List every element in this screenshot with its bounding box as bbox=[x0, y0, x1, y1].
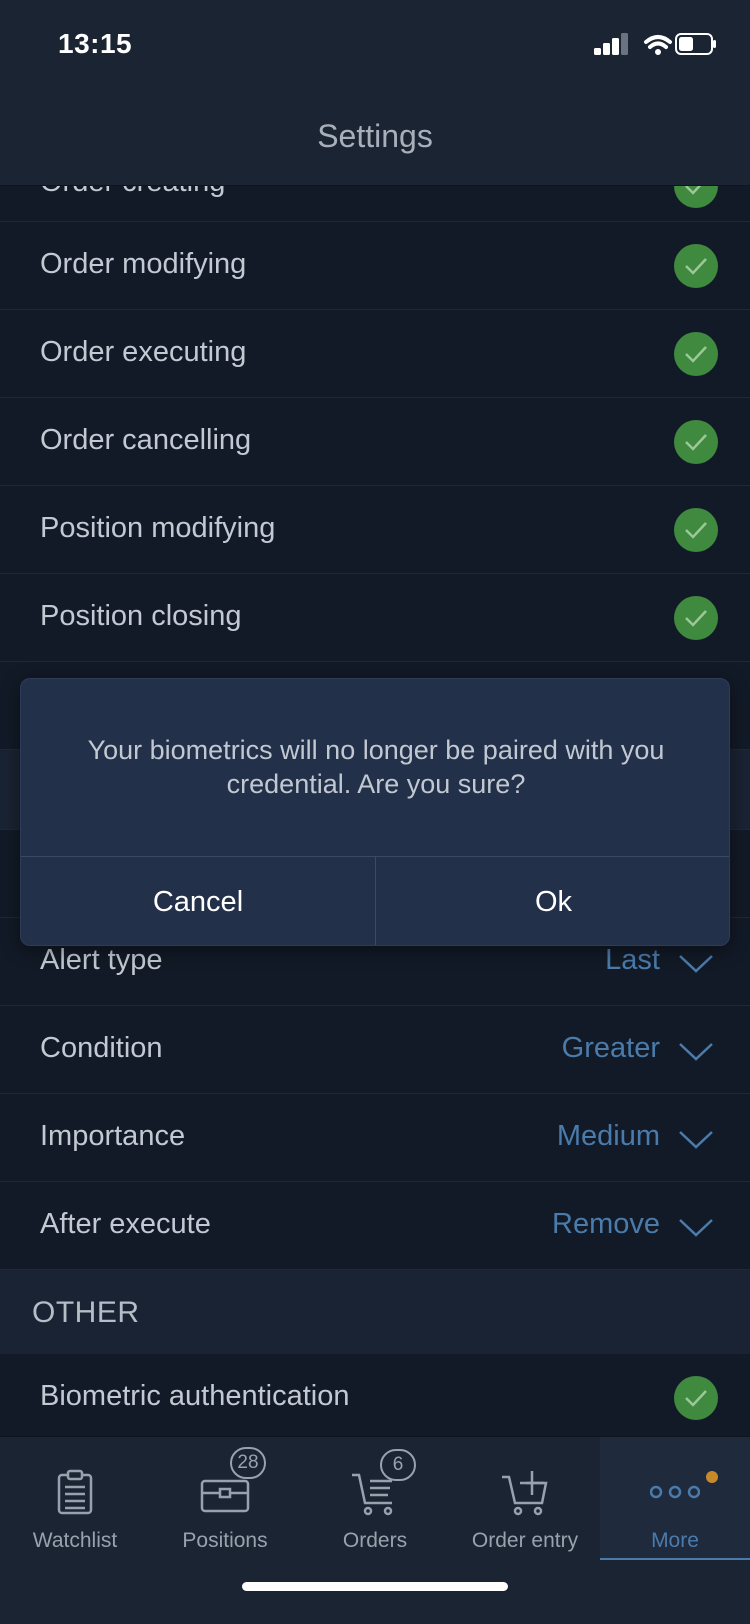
ok-button[interactable]: Ok bbox=[376, 857, 729, 945]
chevron-down-icon[interactable] bbox=[678, 1130, 714, 1150]
status-bar: 13:15 bbox=[0, 0, 750, 90]
orders-badge: 6 bbox=[380, 1449, 416, 1481]
tab-more[interactable]: More bbox=[600, 1437, 750, 1561]
settings-row-order-executing[interactable]: Order executing bbox=[0, 310, 750, 398]
tab-orders[interactable]: 6 Orders bbox=[300, 1437, 450, 1561]
tab-label: Order entry bbox=[471, 1529, 579, 1552]
check-icon[interactable] bbox=[674, 244, 718, 288]
check-icon[interactable] bbox=[674, 332, 718, 376]
row-label: Alert type bbox=[40, 944, 163, 976]
cart-plus-icon bbox=[502, 1471, 548, 1516]
select-value[interactable]: Medium bbox=[557, 1120, 660, 1153]
tab-order-entry[interactable]: Order entry bbox=[450, 1437, 600, 1561]
settings-row-position-closing[interactable]: Position closing bbox=[0, 574, 750, 662]
row-label: Order creating bbox=[40, 186, 225, 199]
home-bar[interactable] bbox=[242, 1582, 508, 1591]
settings-row-order-modifying[interactable]: Order modifying bbox=[0, 222, 750, 310]
row-label: Position closing bbox=[40, 600, 242, 632]
chevron-down-icon[interactable] bbox=[678, 954, 714, 974]
tab-label: Positions bbox=[182, 1529, 268, 1552]
chevron-down-icon[interactable] bbox=[678, 1218, 714, 1238]
tab-positions[interactable]: 28 Positions bbox=[150, 1437, 300, 1561]
select-value[interactable]: Greater bbox=[562, 1032, 660, 1065]
positions-badge: 28 bbox=[230, 1447, 266, 1479]
select-value[interactable]: Last bbox=[605, 944, 660, 977]
tab-watchlist[interactable]: Watchlist bbox=[0, 1437, 150, 1561]
dialog-message: Your biometrics will no longer be paired… bbox=[87, 735, 665, 799]
select-row-condition[interactable]: Condition Greater bbox=[0, 1006, 750, 1094]
page-title: Settings bbox=[317, 118, 433, 154]
dialog-actions: Cancel Ok bbox=[21, 856, 729, 945]
section-label: OTHER bbox=[32, 1296, 140, 1329]
section-header-other: OTHER bbox=[0, 1270, 750, 1354]
tab-label: Watchlist bbox=[32, 1529, 118, 1552]
row-label: Biometric authentication bbox=[40, 1380, 350, 1412]
row-label: Order executing bbox=[40, 336, 247, 368]
row-label: Position modifying bbox=[40, 512, 276, 544]
check-icon[interactable] bbox=[674, 1376, 718, 1420]
tab-bar: Watchlist 28 Positions 6 Orders Order en… bbox=[0, 1436, 750, 1561]
confirm-dialog: Your biometrics will no longer be paired… bbox=[20, 678, 730, 946]
settings-row-order-creating[interactable]: Order creating bbox=[0, 186, 750, 222]
settings-row-biometric-authentication[interactable]: Biometric authentication bbox=[0, 1354, 750, 1442]
row-label: After execute bbox=[40, 1208, 211, 1240]
cancel-button[interactable]: Cancel bbox=[21, 857, 376, 945]
select-value[interactable]: Remove bbox=[552, 1208, 660, 1241]
row-label: Order modifying bbox=[40, 248, 247, 280]
check-icon[interactable] bbox=[674, 420, 718, 464]
nav-header: Settings bbox=[0, 90, 750, 186]
clipboard-icon bbox=[57, 1469, 93, 1515]
more-dots-icon bbox=[650, 1485, 700, 1499]
settings-row-order-cancelling[interactable]: Order cancelling bbox=[0, 398, 750, 486]
select-row-importance[interactable]: Importance Medium bbox=[0, 1094, 750, 1182]
status-time: 13:15 bbox=[58, 28, 133, 59]
signal-wifi-battery-icon bbox=[594, 33, 716, 55]
check-icon[interactable] bbox=[674, 186, 718, 208]
home-indicator bbox=[0, 1560, 750, 1624]
check-icon[interactable] bbox=[674, 596, 718, 640]
row-label: Condition bbox=[40, 1032, 163, 1064]
check-icon[interactable] bbox=[674, 508, 718, 552]
notification-dot bbox=[706, 1471, 718, 1483]
row-label: Order cancelling bbox=[40, 424, 252, 456]
row-label: Importance bbox=[40, 1120, 186, 1152]
settings-row-position-modifying[interactable]: Position modifying bbox=[0, 486, 750, 574]
chevron-down-icon[interactable] bbox=[678, 1042, 714, 1062]
select-row-after-execute[interactable]: After execute Remove bbox=[0, 1182, 750, 1270]
tab-label: Orders bbox=[342, 1529, 408, 1552]
status-icons bbox=[588, 30, 718, 60]
tab-label: More bbox=[651, 1529, 699, 1552]
settings-screen: 13:15 Settings Order creating bbox=[0, 0, 750, 1624]
